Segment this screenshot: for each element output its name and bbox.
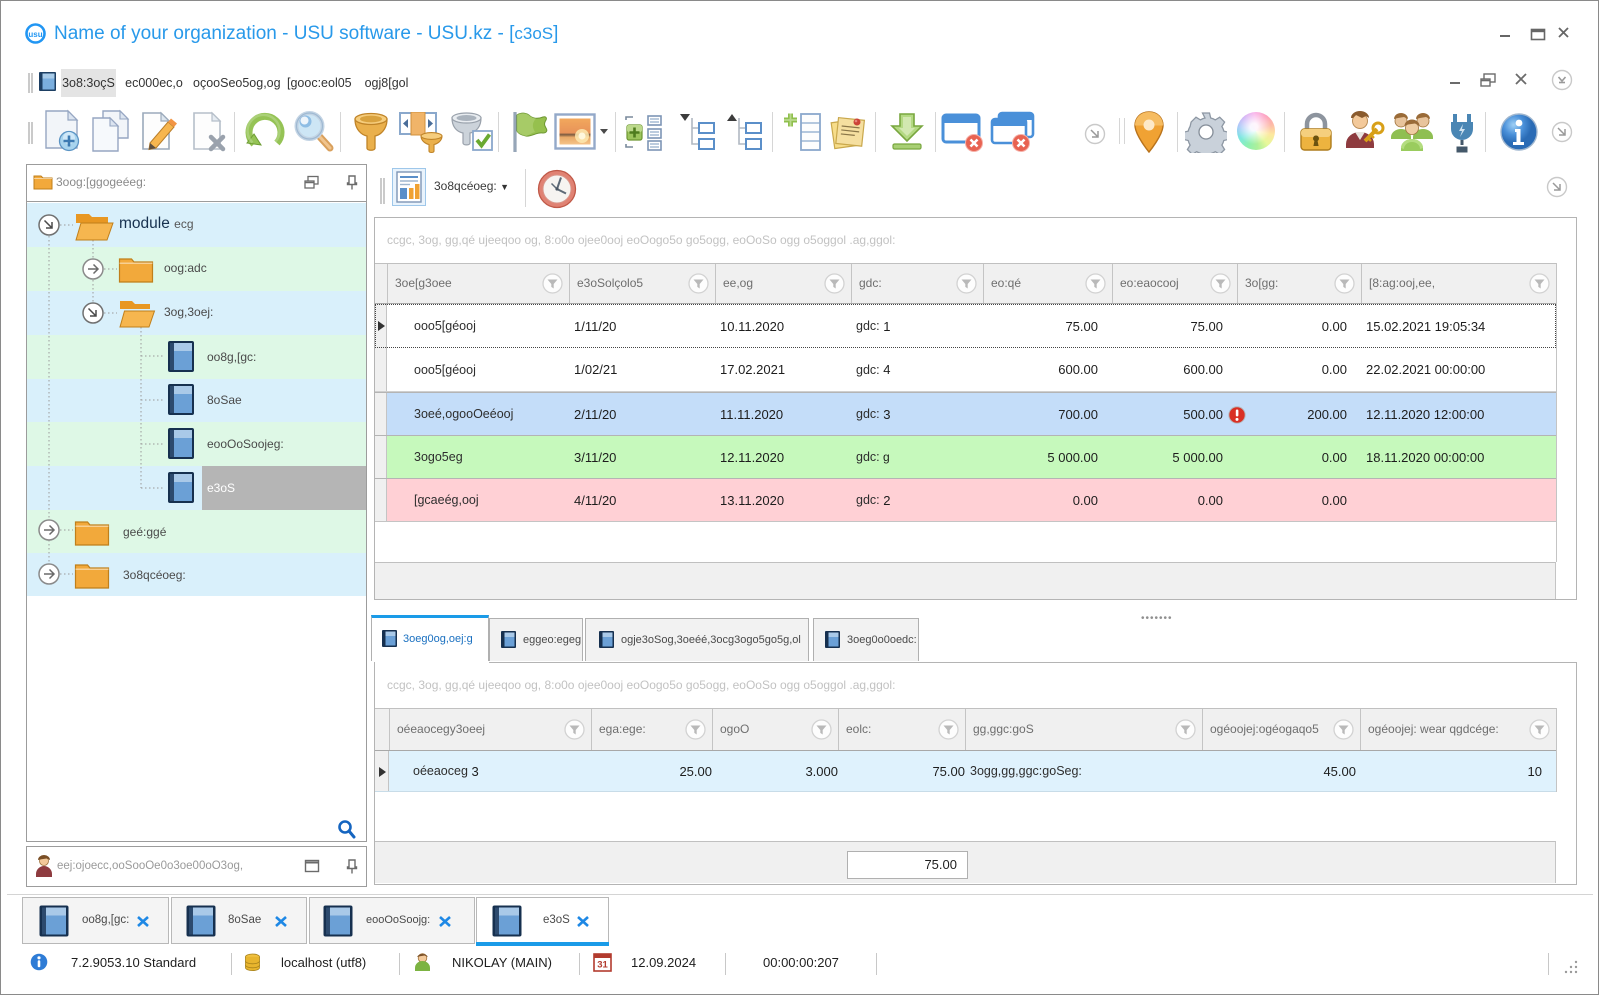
svg-text:31: 31 [597,960,608,971]
